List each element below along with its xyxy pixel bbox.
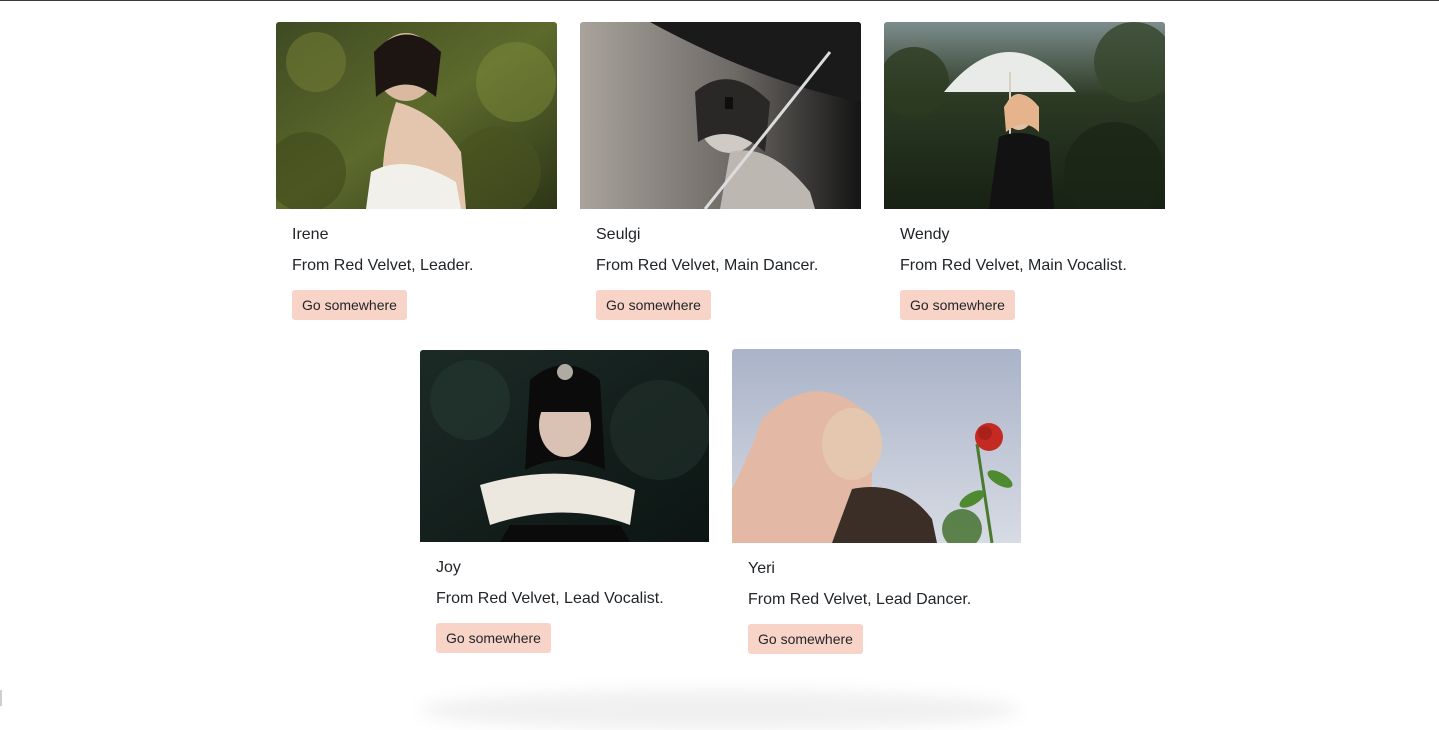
card-title: Seulgi <box>596 226 641 243</box>
card-text: From Red Velvet, Main Dancer. <box>596 257 819 274</box>
card-title: Irene <box>292 226 329 243</box>
card-yeri: Yeri From Red Velvet, Lead Dancer. Go so… <box>732 349 1021 656</box>
go-somewhere-button[interactable]: Go somewhere <box>596 290 711 320</box>
card-irene: Irene From Red Velvet, Leader. Go somewh… <box>276 22 557 322</box>
card-joy: Joy From Red Velvet, Lead Vocalist. Go s… <box>420 350 709 656</box>
go-somewhere-button[interactable]: Go somewhere <box>900 290 1015 320</box>
go-somewhere-button[interactable]: Go somewhere <box>292 290 407 320</box>
go-somewhere-button[interactable]: Go somewhere <box>436 623 551 653</box>
card-image-wendy <box>884 22 1165 209</box>
card-image-seulgi <box>580 22 861 209</box>
card-text: From Red Velvet, Main Vocalist. <box>900 257 1127 274</box>
scroll-edge-marker <box>0 690 2 706</box>
go-somewhere-button[interactable]: Go somewhere <box>748 624 863 654</box>
card-title: Joy <box>436 559 461 576</box>
card-image-irene <box>276 22 557 209</box>
card-seulgi: Seulgi From Red Velvet, Main Dancer. Go … <box>580 22 861 322</box>
card-title: Wendy <box>900 226 950 243</box>
card-text: From Red Velvet, Leader. <box>292 257 474 274</box>
card-wendy: Wendy From Red Velvet, Main Vocalist. Go… <box>884 22 1165 322</box>
card-text: From Red Velvet, Lead Vocalist. <box>436 590 664 607</box>
card-image-yeri <box>732 349 1021 543</box>
card-text: From Red Velvet, Lead Dancer. <box>748 591 972 608</box>
card-title: Yeri <box>748 560 775 577</box>
card-image-joy <box>420 350 709 542</box>
window-top-border <box>0 0 1439 1</box>
card-shadow-partial <box>420 690 1020 730</box>
